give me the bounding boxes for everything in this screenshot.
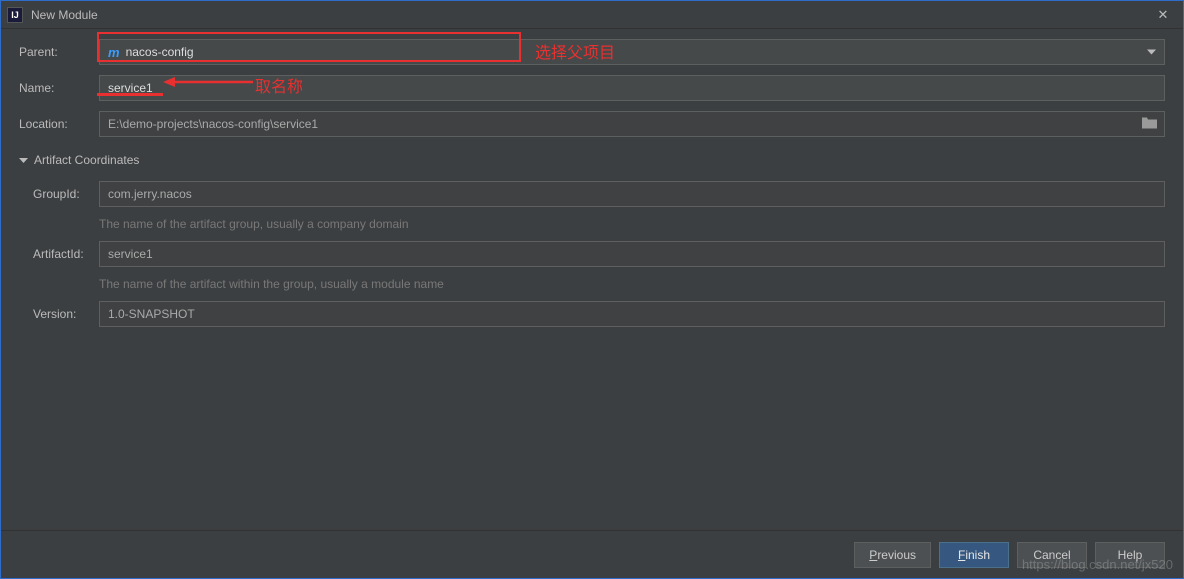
parent-dropdown[interactable]: m nacos-config (99, 39, 1165, 65)
location-row: Location: (19, 111, 1165, 137)
close-icon[interactable]: ✕ (1149, 5, 1177, 25)
app-icon: IJ (7, 7, 23, 23)
maven-icon: m (108, 45, 120, 60)
groupid-label: GroupId: (33, 187, 99, 201)
btn-finish-rest: inish (965, 548, 990, 562)
dialog-footer: Previous Finish Cancel Help (1, 530, 1183, 578)
location-label: Location: (19, 117, 99, 131)
section-title: Artifact Coordinates (34, 153, 139, 167)
groupid-row: GroupId: (33, 181, 1165, 207)
name-input[interactable] (99, 75, 1165, 101)
artifactid-input[interactable] (99, 241, 1165, 267)
artifactid-label: ArtifactId: (33, 247, 99, 261)
location-input[interactable] (99, 111, 1165, 137)
name-label: Name: (19, 81, 99, 95)
chevron-down-icon (1147, 50, 1156, 55)
previous-button[interactable]: Previous (854, 542, 931, 568)
folder-icon[interactable] (1142, 117, 1157, 132)
cancel-button[interactable]: Cancel (1017, 542, 1087, 568)
parent-row: Parent: m nacos-config (19, 39, 1165, 65)
btn-prev-rest: revious (877, 548, 916, 562)
window-title: New Module (31, 8, 1149, 22)
artifact-section: GroupId: The name of the artifact group,… (19, 181, 1165, 327)
artifact-coordinates-toggle[interactable]: Artifact Coordinates (19, 153, 1165, 167)
version-label: Version: (33, 307, 99, 321)
name-row: Name: (19, 75, 1165, 101)
help-button[interactable]: Help (1095, 542, 1165, 568)
groupid-input[interactable] (99, 181, 1165, 207)
dialog-content: Parent: m nacos-config Name: Location: (1, 29, 1183, 327)
version-input[interactable] (99, 301, 1165, 327)
artifactid-hint: The name of the artifact within the grou… (99, 277, 1165, 291)
titlebar: IJ New Module ✕ (1, 1, 1183, 29)
artifactid-row: ArtifactId: (33, 241, 1165, 267)
parent-value: nacos-config (126, 45, 194, 59)
groupid-hint: The name of the artifact group, usually … (99, 217, 1165, 231)
version-row: Version: (33, 301, 1165, 327)
parent-label: Parent: (19, 45, 99, 59)
finish-button[interactable]: Finish (939, 542, 1009, 568)
chevron-down-icon (19, 156, 28, 165)
